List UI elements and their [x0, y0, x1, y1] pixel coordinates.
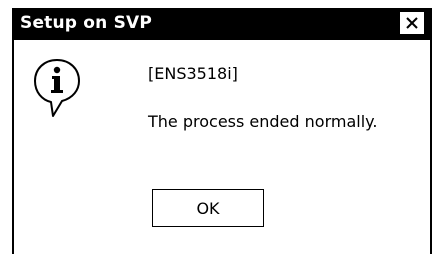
dialog-titlebar[interactable]: Setup on SVP: [14, 8, 430, 40]
message-dialog: Setup on SVP [ENS3518i] The process ende…: [12, 8, 432, 254]
info-icon: [34, 59, 80, 117]
close-icon: [406, 17, 418, 29]
dialog-title: Setup on SVP: [20, 13, 153, 33]
ok-button-label: OK: [196, 198, 220, 218]
ok-button[interactable]: OK: [152, 189, 264, 227]
message-code: [ENS3518i]: [148, 64, 238, 83]
close-button[interactable]: [400, 12, 424, 34]
message-text: The process ended normally.: [148, 112, 378, 131]
